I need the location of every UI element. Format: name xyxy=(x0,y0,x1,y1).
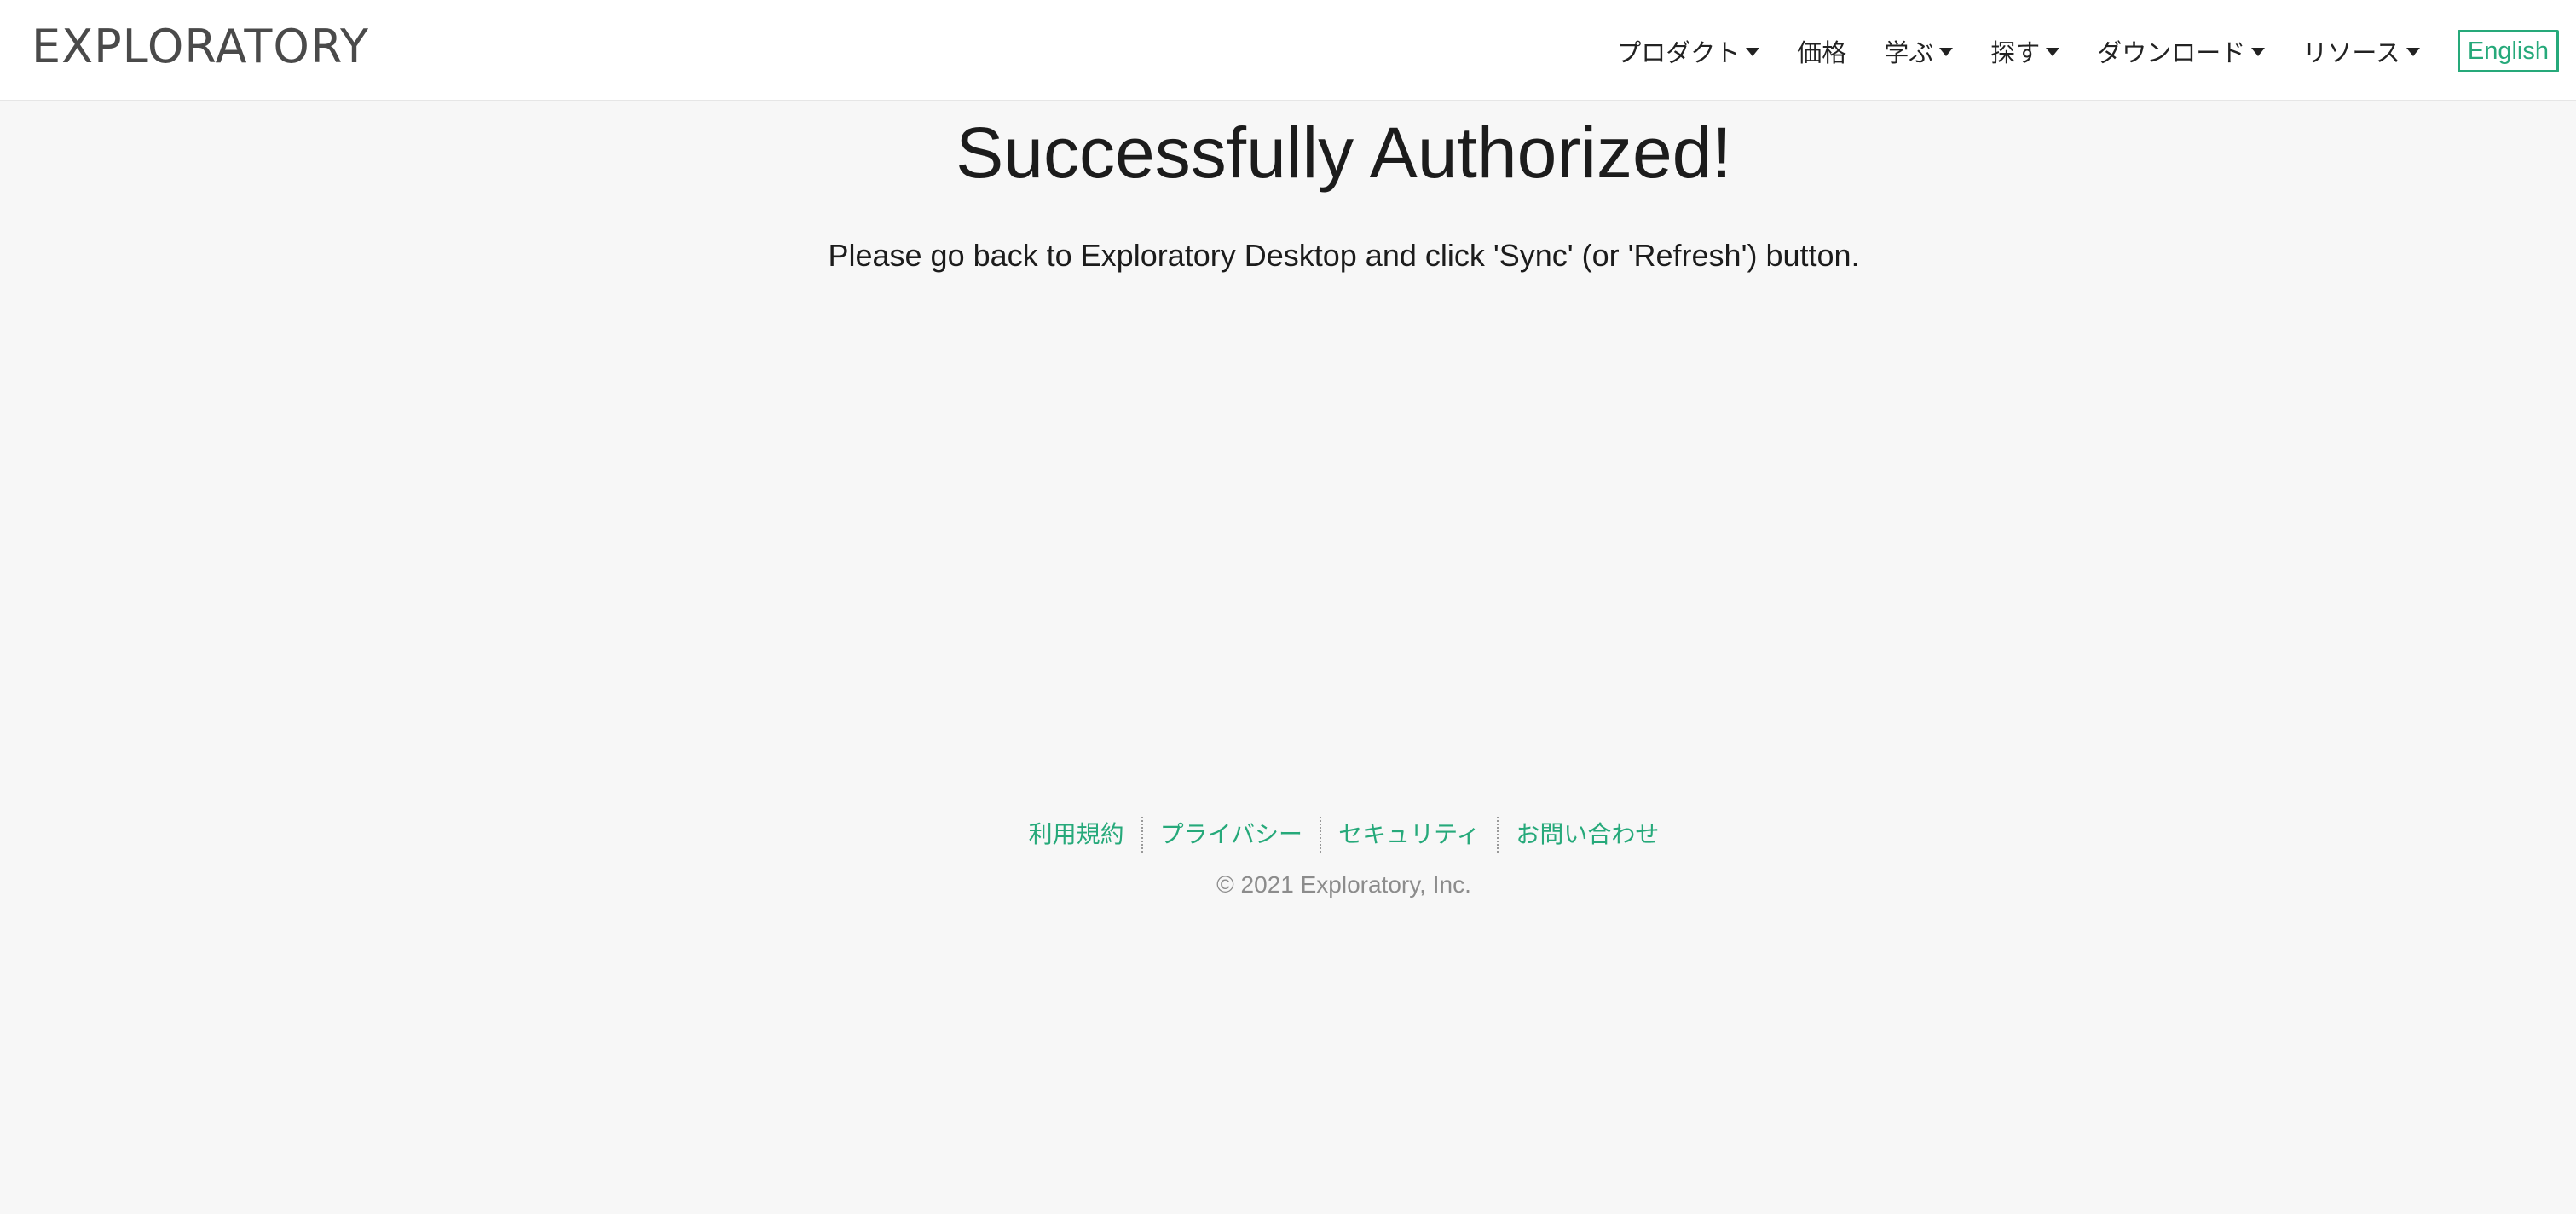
copyright-text: © 2021 Exploratory, Inc. xyxy=(1216,871,1471,898)
footer-link-security[interactable]: セキュリティ xyxy=(1321,818,1497,852)
caret-down-icon xyxy=(2406,48,2420,56)
caret-down-icon xyxy=(2251,48,2266,56)
caret-down-icon xyxy=(1939,48,1954,56)
nav-item-label: ダウンロード xyxy=(2097,38,2246,67)
nav-item-download[interactable]: ダウンロード xyxy=(2097,33,2266,69)
nav-item-product[interactable]: プロダクト xyxy=(1616,33,1760,69)
nav-item-learn[interactable]: 学ぶ xyxy=(1884,33,1954,69)
language-switch-button[interactable]: English xyxy=(2457,29,2559,72)
site-header: EXPLORATORY プロダクト 価格 学ぶ 探す ダウンロード リソース E… xyxy=(0,0,2576,101)
nav-item-label: 学ぶ xyxy=(1884,38,1934,67)
instruction-message: Please go back to Exploratory Desktop an… xyxy=(828,238,1860,273)
nav-item-label: 探す xyxy=(1990,38,2041,67)
site-footer: 利用規約 プライバシー セキュリティ お問い合わせ © 2021 Explora… xyxy=(0,817,2576,900)
footer-link-privacy[interactable]: プライバシー xyxy=(1143,818,1320,852)
site-logo[interactable]: EXPLORATORY xyxy=(32,19,369,75)
caret-down-icon xyxy=(2046,48,2060,56)
footer-links: 利用規約 プライバシー セキュリティ お問い合わせ xyxy=(1012,817,1677,853)
nav-item-resources[interactable]: リソース xyxy=(2302,33,2420,69)
nav-item-pricing[interactable]: 価格 xyxy=(1797,33,1846,69)
nav-item-label: プロダクト xyxy=(1616,38,1741,67)
nav-item-explore[interactable]: 探す xyxy=(1990,33,2060,69)
main-nav: プロダクト 価格 学ぶ 探す ダウンロード リソース English xyxy=(1579,0,2559,101)
footer-link-contact[interactable]: お問い合わせ xyxy=(1499,818,1676,852)
caret-down-icon xyxy=(1746,48,1760,56)
footer-link-terms[interactable]: 利用規約 xyxy=(1012,818,1141,852)
nav-item-label: 価格 xyxy=(1797,38,1847,67)
page-title: Successfully Authorized! xyxy=(956,113,1732,193)
nav-item-label: リソース xyxy=(2302,38,2400,67)
